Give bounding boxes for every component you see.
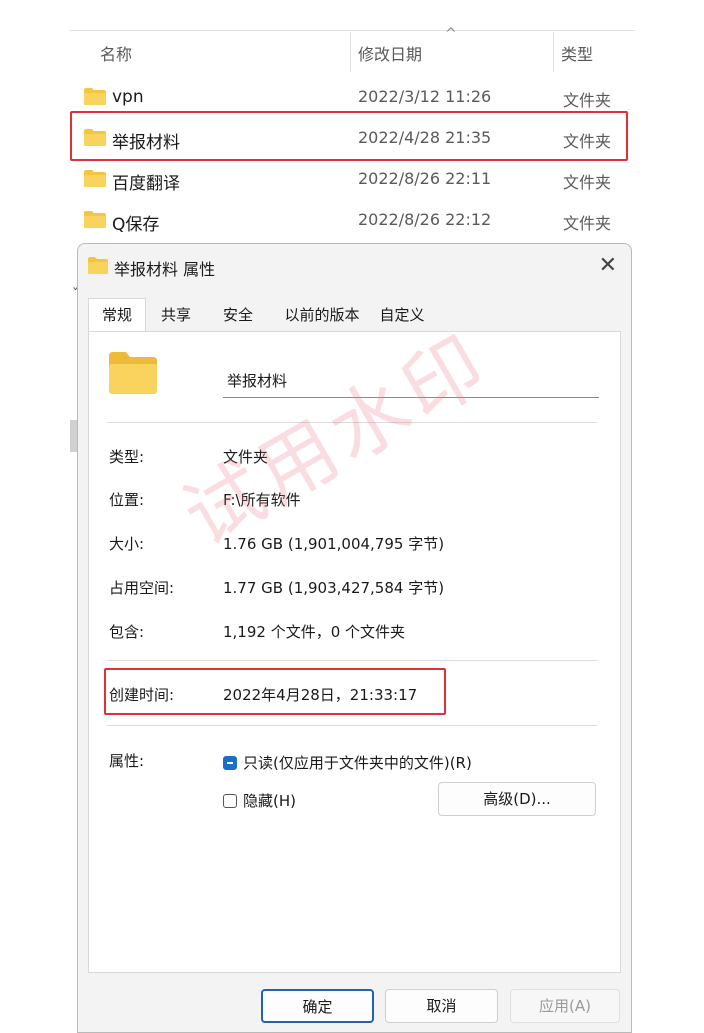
tab-sharing[interactable]: 共享 <box>148 300 204 330</box>
file-type: 文件夹 <box>563 214 612 233</box>
folder-icon <box>84 170 106 187</box>
hidden-checkbox[interactable] <box>223 794 237 808</box>
folder-icon <box>84 211 106 228</box>
folder-icon <box>84 88 106 105</box>
file-row[interactable]: 百度翻译 2022/8/26 22:11 文件夹 <box>70 162 635 200</box>
cancel-button[interactable]: 取消 <box>385 989 498 1023</box>
tab-previous-versions[interactable]: 以前的版本 <box>274 300 370 330</box>
file-name: vpn <box>112 87 144 107</box>
size-label: 大小: <box>109 535 145 553</box>
header-divider <box>70 30 635 31</box>
file-date: 2022/3/12 11:26 <box>358 87 492 106</box>
column-header-type[interactable]: 类型 <box>561 41 593 65</box>
file-type: 文件夹 <box>563 173 612 192</box>
hidden-label[interactable]: 隐藏(H) <box>243 790 296 811</box>
file-date: 2022/8/26 22:12 <box>358 210 492 229</box>
column-separator[interactable] <box>553 32 554 72</box>
size-on-disk-label: 占用空间: <box>109 579 175 597</box>
readonly-label[interactable]: 只读(仅应用于文件夹中的文件)(R) <box>243 752 472 773</box>
advanced-button[interactable]: 高级(D)... <box>438 782 596 816</box>
readonly-checkbox[interactable] <box>223 756 237 770</box>
close-icon[interactable]: ✕ <box>599 253 617 278</box>
background-window-edge <box>70 420 77 452</box>
contains-value: 1,192 个文件，0 个文件夹 <box>223 623 406 641</box>
size-on-disk-value: 1.77 GB (1,903,427,584 字节) <box>223 579 445 597</box>
file-name: 百度翻译 <box>112 174 180 194</box>
file-name: Q保存 <box>112 215 160 235</box>
apply-button[interactable]: 应用(A) <box>510 989 620 1023</box>
divider <box>107 725 597 726</box>
file-type: 文件夹 <box>563 91 612 110</box>
tab-security[interactable]: 安全 <box>210 300 266 330</box>
ok-button[interactable]: 确定 <box>261 989 374 1023</box>
contains-label: 包含: <box>109 623 145 641</box>
highlight-box-row <box>70 111 628 161</box>
column-header-date[interactable]: 修改日期 <box>358 41 422 65</box>
column-separator[interactable] <box>350 32 351 72</box>
type-label: 类型: <box>109 448 145 466</box>
folder-icon <box>109 352 157 394</box>
file-explorer-list: ^ 名称 修改日期 类型 vpn 2022/3/12 11:26 文件夹 举报材… <box>0 0 704 245</box>
folder-icon <box>88 257 108 274</box>
location-label: 位置: <box>109 491 145 509</box>
file-row[interactable]: Q保存 2022/8/26 22:12 文件夹 <box>70 203 635 241</box>
highlight-box-created <box>104 668 446 715</box>
file-date: 2022/8/26 22:11 <box>358 169 492 188</box>
dialog-titlebar[interactable]: 举报材料 属性 ✕ <box>78 244 631 288</box>
sort-caret-icon: ^ <box>445 26 457 42</box>
tab-general[interactable]: 常规 <box>88 298 146 331</box>
divider <box>107 660 597 661</box>
dialog-title: 举报材料 属性 <box>114 260 216 279</box>
column-header-name[interactable]: 名称 <box>100 41 132 65</box>
attributes-label: 属性: <box>109 752 145 770</box>
